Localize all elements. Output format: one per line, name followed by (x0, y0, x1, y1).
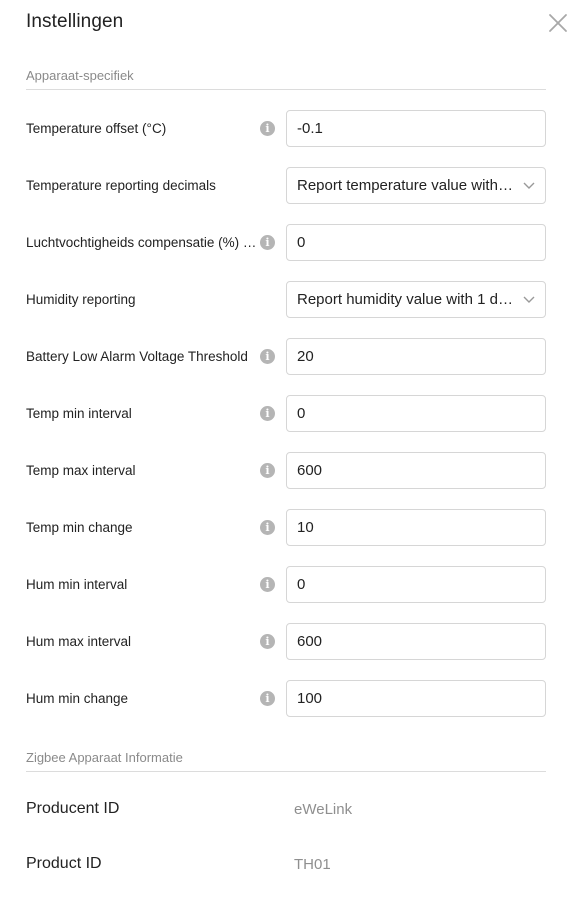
hum-min-interval-input[interactable] (286, 566, 546, 603)
setting-label: Hum max interval (26, 634, 132, 649)
section-divider (26, 771, 546, 772)
section-divider (26, 89, 546, 90)
setting-label: Temperature reporting decimals (26, 178, 216, 193)
device-info-label: Producent ID (26, 800, 120, 817)
setting-label: Temp min change (26, 520, 133, 535)
info-icon[interactable]: i (260, 691, 275, 706)
setting-label: Humidity reporting (26, 292, 136, 307)
device-info-label: Product ID (26, 855, 102, 872)
temp-min-interval-input[interactable] (286, 395, 546, 432)
chevron-down-icon (523, 296, 535, 303)
humidity-reporting-select[interactable]: Report humidity value with 1 decimal pla… (286, 281, 546, 318)
temperature-decimals-select[interactable]: Report temperature value with 1 decimal … (286, 167, 546, 204)
setting-label: Temp min interval (26, 406, 132, 421)
info-icon[interactable]: i (260, 634, 275, 649)
humidity-compensation-input[interactable] (286, 224, 546, 261)
setting-label: Hum min change (26, 691, 129, 706)
info-icon[interactable]: i (260, 349, 275, 364)
info-icon[interactable]: i (260, 577, 275, 592)
hum-max-interval-input[interactable] (286, 623, 546, 660)
setting-label: Luchtvochtigheids compensatie (%) (%) (26, 235, 258, 250)
info-icon[interactable]: i (260, 406, 275, 421)
setting-row-hum-min-interval: Hum min interval i (0, 566, 573, 603)
setting-label: Battery Low Alarm Voltage Threshold (26, 349, 248, 364)
device-info-row-producer: Producent ID eWeLink (0, 800, 573, 824)
info-icon[interactable]: i (260, 520, 275, 535)
hum-min-change-input[interactable] (286, 680, 546, 717)
setting-row-humidity-compensation: Luchtvochtigheids compensatie (%) (%) i (0, 224, 573, 261)
setting-row-temp-min-change: Temp min change i (0, 509, 573, 546)
battery-threshold-input[interactable] (286, 338, 546, 375)
section-title-device-specific: Apparaat-specifiek (26, 68, 134, 83)
chevron-down-icon (523, 182, 535, 189)
setting-row-humidity-reporting: Humidity reporting Report humidity value… (0, 281, 573, 318)
setting-label: Hum min interval (26, 577, 128, 592)
info-icon[interactable]: i (260, 235, 275, 250)
close-button[interactable] (545, 10, 571, 36)
dialog-title: Instellingen (26, 11, 124, 32)
info-icon[interactable]: i (260, 121, 275, 136)
setting-row-hum-max-interval: Hum max interval i (0, 623, 573, 660)
device-info-value: eWeLink (294, 801, 353, 818)
setting-row-battery-threshold: Battery Low Alarm Voltage Threshold i (0, 338, 573, 375)
temp-min-change-input[interactable] (286, 509, 546, 546)
setting-row-temp-min-interval: Temp min interval i (0, 395, 573, 432)
setting-label: Temp max interval (26, 463, 136, 478)
info-icon[interactable]: i (260, 463, 275, 478)
close-icon (549, 14, 567, 32)
device-info-value: TH01 (294, 856, 331, 873)
setting-label: Temperature offset (°C) (26, 121, 167, 136)
section-title-zigbee-info: Zigbee Apparaat Informatie (26, 750, 183, 765)
setting-row-temp-max-interval: Temp max interval i (0, 452, 573, 489)
temperature-offset-input[interactable] (286, 110, 546, 147)
device-info-row-product: Product ID TH01 (0, 855, 573, 879)
temp-max-interval-input[interactable] (286, 452, 546, 489)
dialog-header: Instellingen (0, 0, 573, 48)
setting-row-temperature-decimals: Temperature reporting decimals Report te… (0, 167, 573, 204)
setting-row-temperature-offset: Temperature offset (°C) i (0, 110, 573, 147)
setting-row-hum-min-change: Hum min change i (0, 680, 573, 717)
